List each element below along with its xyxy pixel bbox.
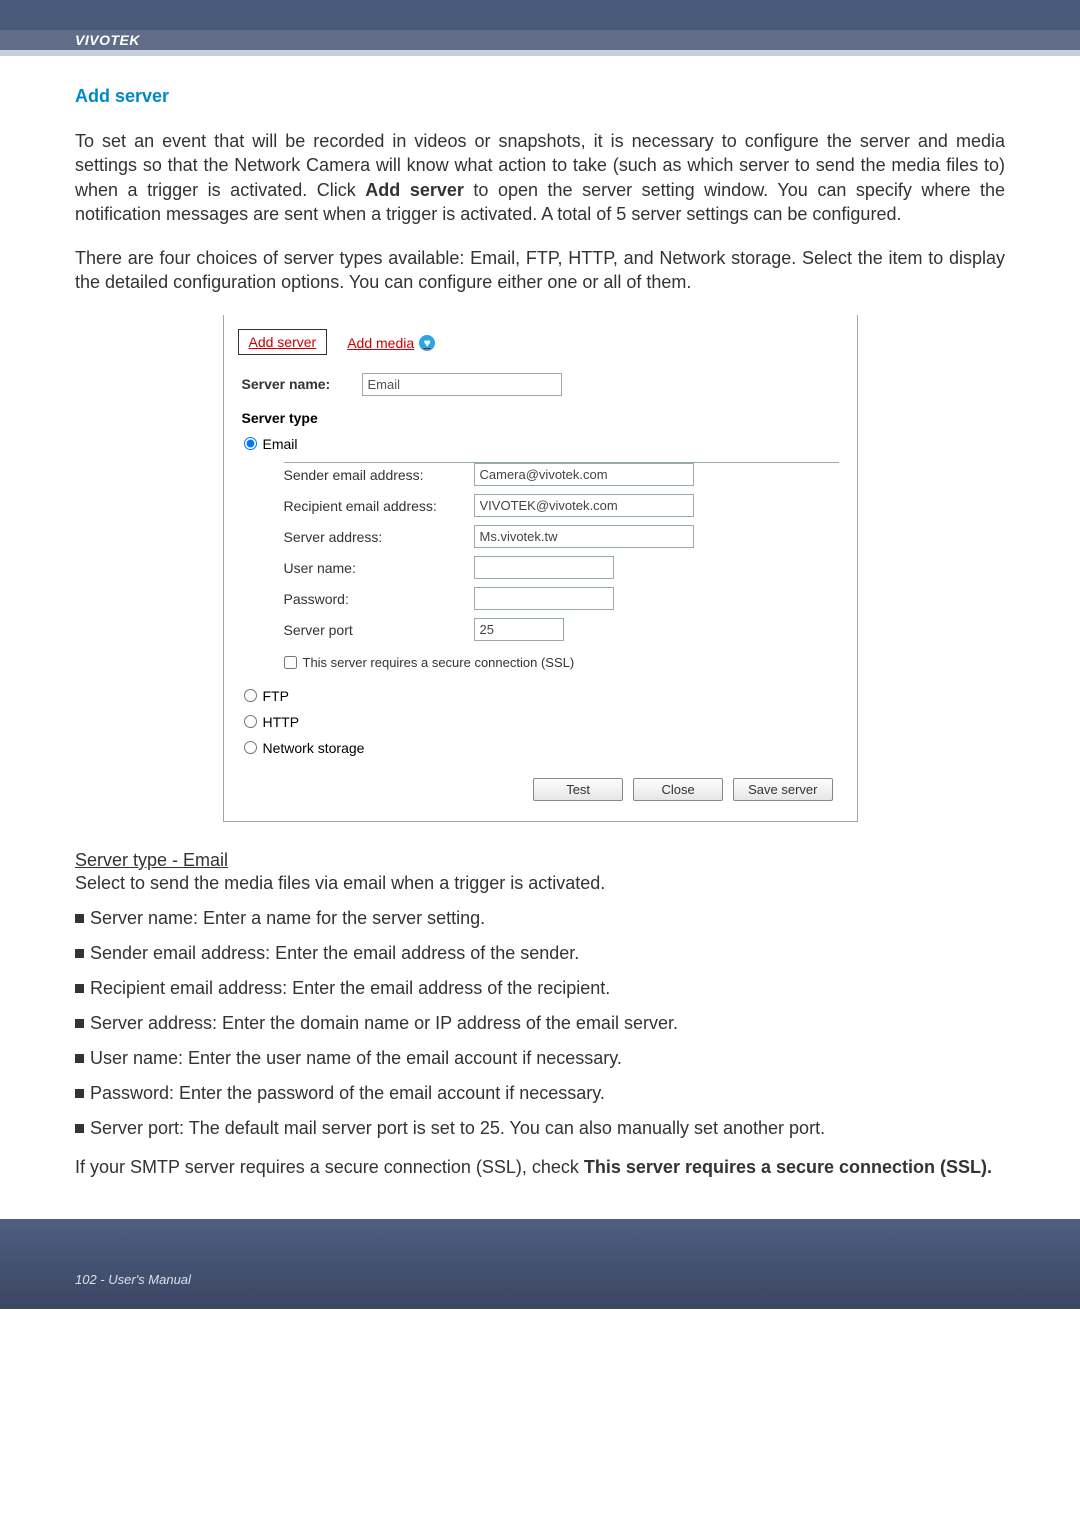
bullet-text: Sender email address: Enter the email ad… [90, 943, 579, 963]
test-button[interactable]: Test [533, 778, 623, 801]
bullet-text: Server address: Enter the domain name or… [90, 1013, 678, 1033]
bullet-icon [75, 984, 84, 993]
closing-bold: This server requires a secure connection… [584, 1157, 992, 1177]
footer-text: 102 - User's Manual [75, 1272, 191, 1287]
port-label: Server port [284, 618, 474, 642]
recipient-input[interactable] [474, 494, 694, 517]
ssl-label: This server requires a secure connection… [303, 655, 575, 670]
bullet-sender: Sender email address: Enter the email ad… [75, 943, 1005, 964]
radio-email[interactable]: Email [244, 436, 839, 452]
bullet-password: Password: Enter the password of the emai… [75, 1083, 1005, 1104]
close-button[interactable]: Close [633, 778, 723, 801]
email-fields: Sender email address: Recipient email ad… [284, 462, 839, 643]
tab-add-server[interactable]: Add server [238, 329, 328, 355]
footer-band: 102 - User's Manual [0, 1219, 1080, 1309]
intro-bold: Add server [365, 180, 464, 200]
radio-ns-input[interactable] [244, 741, 257, 754]
radio-ftp[interactable]: FTP [244, 688, 839, 704]
section-title: Add server [75, 86, 1005, 107]
bullet-text: Server port: The default mail server por… [90, 1118, 825, 1138]
page-content: Add server To set an event that will be … [0, 56, 1080, 1219]
password-label: Password: [284, 587, 474, 611]
server-addr-input[interactable] [474, 525, 694, 548]
brand-logo: VIVOTEK [75, 32, 140, 48]
save-server-button[interactable]: Save server [733, 778, 832, 801]
server-type-email-heading: Server type - Email [75, 850, 1005, 871]
closing-pre: If your SMTP server requires a secure co… [75, 1157, 584, 1177]
radio-http[interactable]: HTTP [244, 714, 839, 730]
bullet-text: User name: Enter the user name of the em… [90, 1048, 622, 1068]
bullet-server-address: Server address: Enter the domain name or… [75, 1013, 1005, 1034]
server-name-label: Server name: [242, 376, 362, 392]
bullet-icon [75, 1089, 84, 1098]
bullet-user-name: User name: Enter the user name of the em… [75, 1048, 1005, 1069]
port-row: Server port [284, 618, 839, 643]
server-type-email-desc: Select to send the media files via email… [75, 873, 1005, 894]
username-label: User name: [284, 556, 474, 580]
bullet-icon [75, 1019, 84, 1028]
recipient-label: Recipient email address: [284, 494, 474, 518]
radio-http-label: HTTP [263, 714, 300, 730]
bullet-recipient: Recipient email address: Enter the email… [75, 978, 1005, 999]
server-type-heading: Server type [242, 410, 839, 426]
server-type-email-underline: Server type - Email [75, 850, 228, 870]
bullet-text: Recipient email address: Enter the email… [90, 978, 610, 998]
paragraph-2: There are four choices of server types a… [75, 246, 1005, 295]
radio-ftp-input[interactable] [244, 689, 257, 702]
server-name-row: Server name: [242, 373, 839, 396]
radio-http-input[interactable] [244, 715, 257, 728]
password-input[interactable] [474, 587, 614, 610]
tab-add-media[interactable]: Add media ♥ [337, 331, 445, 355]
button-bar: Test Close Save server [242, 766, 839, 805]
username-row: User name: [284, 556, 839, 581]
bullet-text: Server name: Enter a name for the server… [90, 908, 485, 928]
radio-email-input[interactable] [244, 437, 257, 450]
username-input[interactable] [474, 556, 614, 579]
tab-add-media-label: Add media [347, 335, 414, 351]
top-stripe [0, 0, 1080, 30]
bullet-icon [75, 1054, 84, 1063]
bullet-icon [75, 914, 84, 923]
intro-paragraph: To set an event that will be recorded in… [75, 129, 1005, 226]
server-addr-label: Server address: [284, 525, 474, 549]
radio-email-label: Email [263, 436, 298, 452]
bullet-icon [75, 1124, 84, 1133]
sender-row: Sender email address: [284, 462, 839, 488]
radio-network-storage[interactable]: Network storage [244, 740, 839, 756]
sender-input[interactable] [474, 463, 694, 486]
config-panel-wrap: Add server Add media ♥ Server name: Serv… [75, 315, 1005, 822]
server-name-input[interactable] [362, 373, 562, 396]
form-body: Server name: Server type Email Sender em… [224, 367, 857, 821]
bullet-icon [75, 949, 84, 958]
closing-paragraph: If your SMTP server requires a secure co… [75, 1155, 1005, 1179]
ssl-checkbox-row[interactable]: This server requires a secure connection… [284, 649, 839, 680]
sender-label: Sender email address: [284, 463, 474, 487]
server-addr-row: Server address: [284, 525, 839, 550]
header-band: VIVOTEK [0, 30, 1080, 50]
bullet-server-port: Server port: The default mail server por… [75, 1118, 1005, 1139]
radio-ftp-label: FTP [263, 688, 289, 704]
tab-add-server-label: Add server [249, 334, 317, 350]
password-row: Password: [284, 587, 839, 612]
ssl-checkbox[interactable] [284, 656, 297, 669]
tabs-row: Add server Add media ♥ [224, 315, 857, 355]
port-input[interactable] [474, 618, 564, 641]
info-icon: ♥ [419, 335, 435, 351]
bullet-server-name: Server name: Enter a name for the server… [75, 908, 1005, 929]
recipient-row: Recipient email address: [284, 494, 839, 519]
bullet-text: Password: Enter the password of the emai… [90, 1083, 605, 1103]
radio-ns-label: Network storage [263, 740, 365, 756]
config-panel: Add server Add media ♥ Server name: Serv… [223, 315, 858, 822]
